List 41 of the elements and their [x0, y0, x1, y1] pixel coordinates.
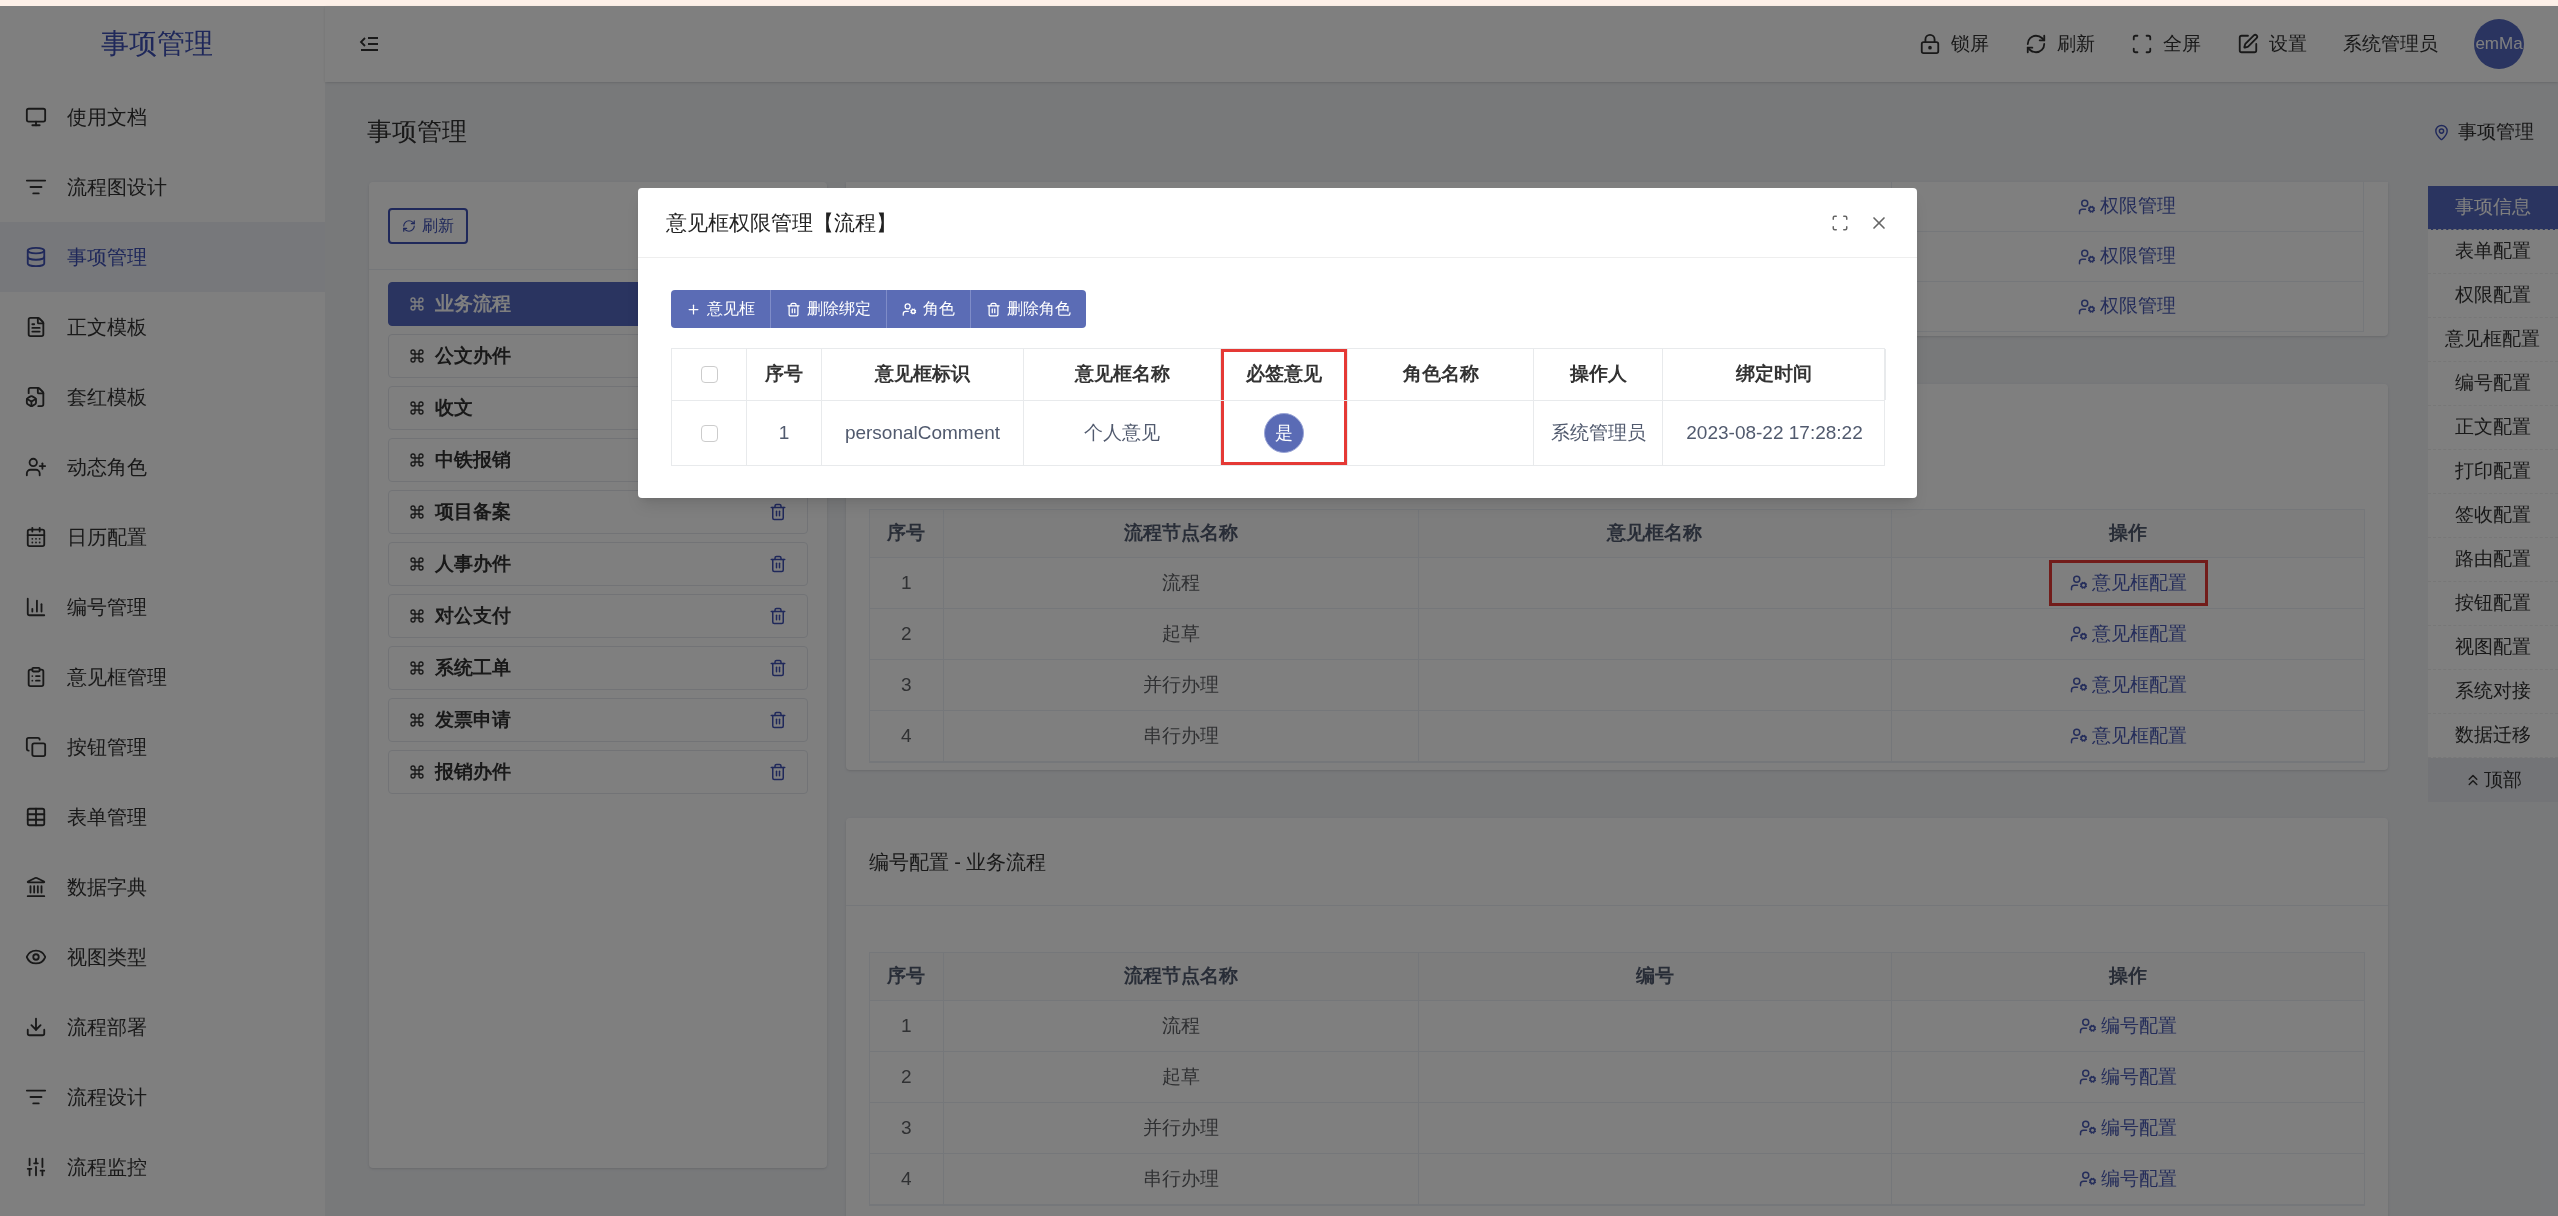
table-cell: 3	[869, 1103, 944, 1153]
table-cell: 2	[869, 609, 944, 659]
page-title: 事项管理	[367, 116, 467, 148]
table-cell: 1	[747, 401, 822, 465]
column-header: 序号	[869, 953, 944, 1000]
app-logo: 事项管理	[100, 27, 213, 61]
column-header: 意见框名称	[1024, 349, 1221, 400]
column-header: 绑定时间	[1663, 349, 1886, 400]
column-header: 操作人	[1534, 349, 1663, 400]
table-cell: 并行办理	[943, 660, 1419, 710]
table-cell: 起草	[943, 609, 1419, 659]
table-cell: 1	[869, 558, 944, 608]
column-header: 意见框标识	[822, 349, 1024, 400]
table-cell: 流程	[943, 558, 1419, 608]
table-cell-text: 2023-08-22 17:28:22	[1685, 420, 1864, 445]
column-header: 序号	[869, 510, 944, 557]
column-header: 必签意见	[1221, 349, 1348, 400]
table-cell: 起草	[943, 1052, 1419, 1102]
table-cell: 4	[869, 711, 944, 761]
table-cell: 个人意见	[1024, 401, 1221, 465]
table-cell: 1	[869, 1001, 944, 1051]
column-header: 编号	[1418, 953, 1892, 1000]
column-header: 流程节点名称	[943, 510, 1419, 557]
table-cell: personalComment	[822, 401, 1024, 465]
table-cell: 系统管理员	[1534, 401, 1663, 465]
table-cell: 3	[869, 660, 944, 710]
column-header: 操作	[1891, 510, 2365, 557]
column-header: 流程节点名称	[943, 953, 1419, 1000]
table-cell: 4	[869, 1154, 944, 1204]
column-header: 角色名称	[1348, 349, 1534, 400]
required-badge: 是	[1264, 413, 1304, 453]
table-cell: 串行办理	[943, 711, 1419, 761]
card-title: 编号配置 - 业务流程	[868, 849, 1047, 875]
table-cell: 2	[869, 1052, 944, 1102]
table-cell: 并行办理	[943, 1103, 1419, 1153]
table-cell: 流程	[943, 1001, 1419, 1051]
column-header: 意见框名称	[1418, 510, 1892, 557]
table-cell: 串行办理	[943, 1154, 1419, 1204]
column-header: 序号	[747, 349, 822, 400]
dialog-title: 意见框权限管理【流程】	[666, 209, 897, 236]
column-header: 操作	[1891, 953, 2365, 1000]
